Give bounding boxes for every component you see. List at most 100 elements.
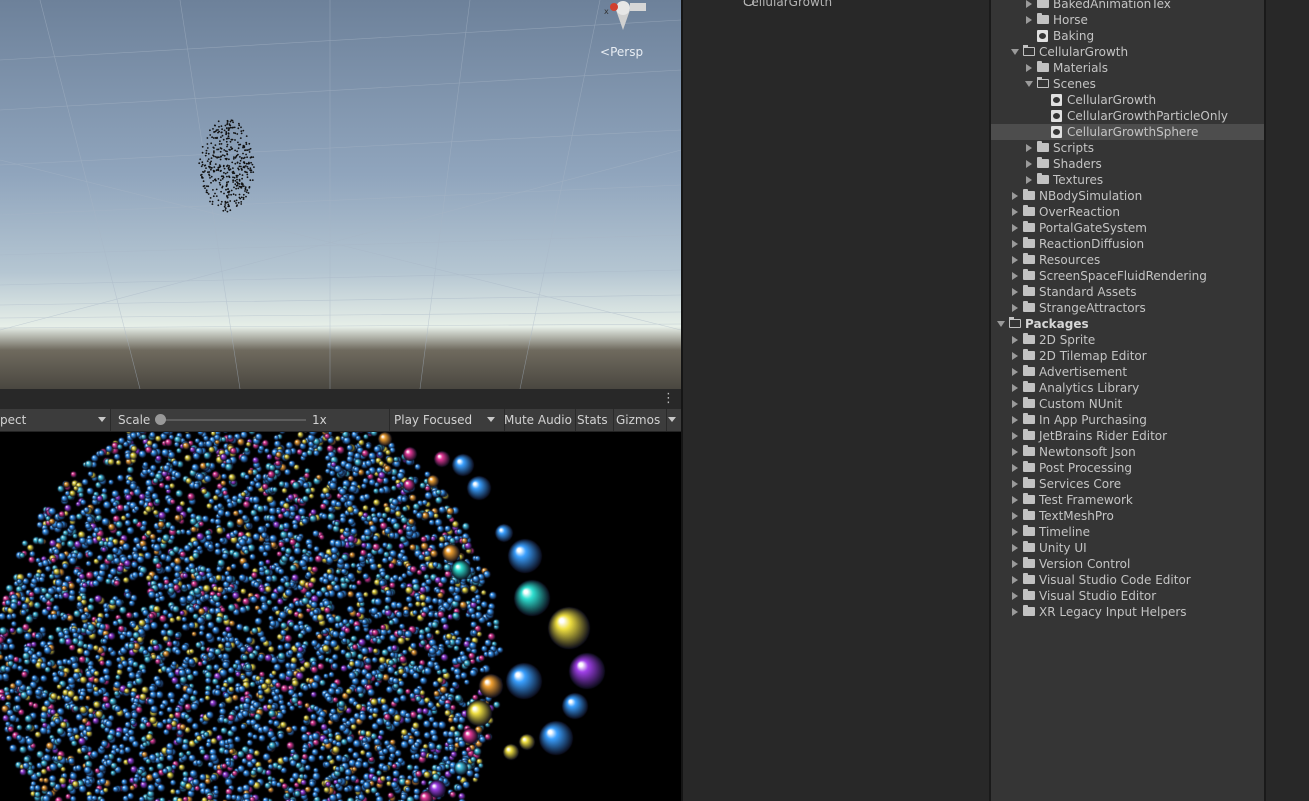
folder-icon	[1023, 365, 1035, 376]
project-tree-item[interactable]: CellularGrowthParticleOnly	[991, 108, 1264, 124]
project-tree-item[interactable]: BakedAnimationTex	[991, 0, 1264, 12]
project-item-label: Services Core	[1039, 477, 1122, 491]
project-tree-item[interactable]: Services Core	[991, 476, 1264, 492]
scene-view[interactable]: x <Persp	[0, 0, 681, 389]
project-tree-item[interactable]: Scenes	[991, 76, 1264, 92]
chevron-right-icon[interactable]	[1012, 288, 1018, 296]
project-tree-item[interactable]: 2D Sprite	[991, 332, 1264, 348]
chevron-right-icon[interactable]	[1012, 512, 1018, 520]
chevron-right-icon[interactable]	[1012, 496, 1018, 504]
chevron-right-icon[interactable]	[1012, 352, 1018, 360]
projection-label: Persp	[610, 45, 644, 59]
game-view[interactable]	[0, 432, 681, 801]
chevron-down-icon[interactable]	[1011, 49, 1019, 55]
kebab-menu-icon[interactable]: ⋮	[662, 391, 675, 407]
chevron-right-icon[interactable]	[1012, 224, 1018, 232]
chevron-right-icon[interactable]	[1012, 368, 1018, 376]
chevron-right-icon[interactable]	[1012, 544, 1018, 552]
chevron-right-icon[interactable]	[1012, 256, 1018, 264]
project-tree-item[interactable]: OverReaction	[991, 204, 1264, 220]
project-tree-item[interactable]: Horse	[991, 12, 1264, 28]
project-tree-item[interactable]: ReactionDiffusion	[991, 236, 1264, 252]
project-item-label: Materials	[1053, 61, 1109, 75]
project-tree-item[interactable]: Visual Studio Editor	[991, 588, 1264, 604]
project-item-label: Custom NUnit	[1039, 397, 1123, 411]
folder-icon	[1023, 429, 1035, 440]
project-tree-item[interactable]: TextMeshPro	[991, 508, 1264, 524]
project-tree-item[interactable]: Scripts	[991, 140, 1264, 156]
chevron-right-icon[interactable]	[1012, 336, 1018, 344]
orientation-gizmo[interactable]: x	[596, 0, 652, 36]
project-panel: BakedAnimationTex Horse Baking CellularGrow…	[991, 0, 1264, 801]
project-item-label: 2D Sprite	[1039, 333, 1096, 347]
hierarchy-gutter	[683, 0, 715, 801]
project-tree-item[interactable]: PortalGateSystem	[991, 220, 1264, 236]
chevron-right-icon[interactable]	[1012, 304, 1018, 312]
projection-toggle[interactable]: <Persp	[600, 45, 643, 59]
chevron-right-icon[interactable]	[1012, 432, 1018, 440]
chevron-right-icon[interactable]	[1012, 208, 1018, 216]
project-tree-item[interactable]: Unity UI	[991, 540, 1264, 556]
project-tree-item[interactable]: Advertisement	[991, 364, 1264, 380]
chevron-right-icon[interactable]	[1012, 400, 1018, 408]
project-tree-item[interactable]: Textures	[991, 172, 1264, 188]
chevron-right-icon[interactable]	[1026, 160, 1032, 168]
project-tree-item[interactable]: NBodySimulation	[991, 188, 1264, 204]
project-tree-item[interactable]: Newtonsoft Json	[991, 444, 1264, 460]
chevron-down-icon[interactable]	[997, 321, 1005, 327]
chevron-right-icon[interactable]	[1012, 416, 1018, 424]
chevron-down-icon[interactable]	[1025, 81, 1033, 87]
aspect-dropdown[interactable]: pect	[0, 409, 111, 431]
chevron-right-icon[interactable]	[1012, 592, 1018, 600]
chevron-right-icon[interactable]	[1012, 464, 1018, 472]
chevron-right-icon[interactable]	[1012, 240, 1018, 248]
chevron-right-icon[interactable]	[1026, 176, 1032, 184]
gizmos-button[interactable]: Gizmos	[612, 409, 667, 431]
project-tree-item[interactable]: Standard Assets	[991, 284, 1264, 300]
folder-icon	[1023, 381, 1035, 392]
project-tree-item[interactable]: Packages	[991, 316, 1264, 332]
mute-audio-button[interactable]: Mute Audio	[500, 409, 576, 431]
project-tree-item[interactable]: In App Purchasing	[991, 412, 1264, 428]
project-tree-item[interactable]: Visual Studio Code Editor	[991, 572, 1264, 588]
play-focused-dropdown[interactable]: Play Focused	[389, 409, 505, 431]
stats-button[interactable]: Stats	[573, 409, 614, 431]
chevron-right-icon[interactable]	[1012, 384, 1018, 392]
chevron-right-icon[interactable]	[1012, 192, 1018, 200]
project-tree-item[interactable]: Shaders	[991, 156, 1264, 172]
chevron-right-icon[interactable]	[1026, 144, 1032, 152]
chevron-right-icon[interactable]	[1026, 0, 1032, 8]
project-tree-item[interactable]: XR Legacy Input Helpers	[991, 604, 1264, 620]
project-tree-item[interactable]: CellularGrowthSphere	[991, 124, 1264, 140]
chevron-right-icon[interactable]	[1012, 560, 1018, 568]
project-tree-item[interactable]: Version Control	[991, 556, 1264, 572]
chevron-right-icon[interactable]	[1012, 608, 1018, 616]
project-tree-item[interactable]: Materials	[991, 60, 1264, 76]
project-tree-item[interactable]: Baking	[991, 28, 1264, 44]
project-tree-item[interactable]: Post Processing	[991, 460, 1264, 476]
hierarchy-item[interactable]: CellularGrowth	[743, 0, 832, 9]
scale-slider-handle[interactable]	[155, 414, 166, 425]
project-tree-item[interactable]: Custom NUnit	[991, 396, 1264, 412]
project-tree-item[interactable]: Analytics Library	[991, 380, 1264, 396]
project-tree-item[interactable]: JetBrains Rider Editor	[991, 428, 1264, 444]
project-tree-item[interactable]: 2D Tilemap Editor	[991, 348, 1264, 364]
game-toolbar: pect Scale 1x Play Focused Mute Audio St…	[0, 409, 681, 432]
gizmos-dropdown[interactable]	[664, 409, 681, 431]
chevron-right-icon[interactable]	[1012, 480, 1018, 488]
chevron-right-icon[interactable]	[1012, 272, 1018, 280]
chevron-right-icon[interactable]	[1026, 16, 1032, 24]
project-tree-item[interactable]: Resources	[991, 252, 1264, 268]
chevron-right-icon[interactable]	[1012, 576, 1018, 584]
project-tree-item[interactable]: CellularGrowth	[991, 44, 1264, 60]
project-tree-item[interactable]: ScreenSpaceFluidRendering	[991, 268, 1264, 284]
project-tree-item[interactable]: StrangeAttractors	[991, 300, 1264, 316]
chevron-right-icon[interactable]	[1026, 64, 1032, 72]
project-item-label: XR Legacy Input Helpers	[1039, 605, 1187, 619]
chevron-right-icon[interactable]	[1012, 448, 1018, 456]
scale-slider[interactable]	[160, 419, 306, 421]
project-tree-item[interactable]: Test Framework	[991, 492, 1264, 508]
project-tree-item[interactable]: Timeline	[991, 524, 1264, 540]
chevron-right-icon[interactable]	[1012, 528, 1018, 536]
project-tree-item[interactable]: CellularGrowth	[991, 92, 1264, 108]
